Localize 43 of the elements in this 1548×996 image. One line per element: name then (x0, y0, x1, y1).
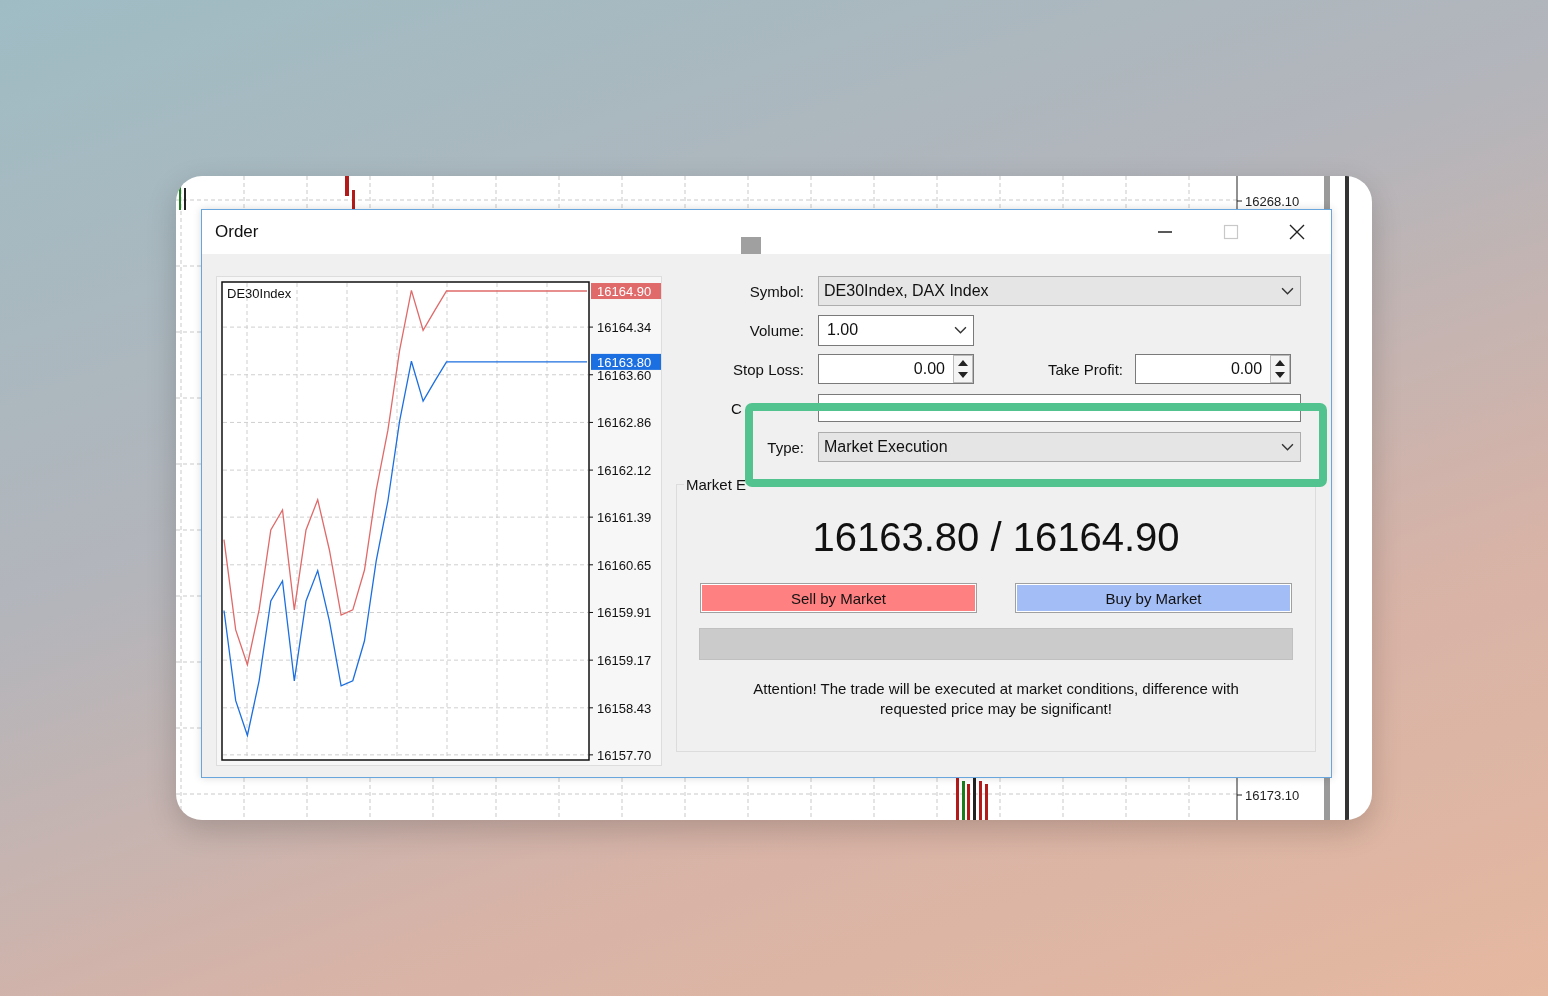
spinner-arrows-icon (953, 355, 973, 383)
candlestick-drawing (345, 176, 355, 209)
axis-label: 16159.17 (597, 653, 652, 669)
group-title: Market E (685, 476, 747, 493)
axis-label: 16158.43 (597, 700, 652, 716)
dropdown[interactable]: 1.00 (818, 314, 974, 346)
spinner-arrows-icon (1270, 355, 1291, 383)
dropdown[interactable]: DE30Index, DAX Index (818, 276, 1301, 306)
caret-icon (1281, 286, 1294, 296)
price-tag: 16164.90 (591, 283, 661, 299)
axis-label: 16162.86 (597, 415, 652, 431)
price-quote: 16163.80 / 16164.90 (811, 515, 1181, 561)
field-label: Type: (766, 438, 804, 456)
field-label: Symbol: (748, 282, 804, 300)
price-label: 16173.10 (1245, 788, 1300, 803)
close-icon[interactable] (1289, 224, 1305, 240)
axis-label: 16159.91 (597, 605, 652, 621)
price-tag: 16163.80 (591, 353, 661, 370)
candlestick-drawing (956, 778, 988, 820)
caret-icon (954, 325, 967, 335)
field-label: C (730, 399, 743, 417)
field-value: 0.00 (913, 360, 945, 378)
field-label: Volume: (748, 321, 804, 339)
field-label: Stop Loss: (732, 360, 804, 378)
sell-button[interactable]: Sell by Market (700, 583, 977, 613)
caret-icon (1281, 442, 1294, 452)
axis-label: 16164.34 (597, 320, 652, 336)
square-icon (741, 237, 761, 254)
window-title: Order (215, 222, 259, 242)
axis-label: 16161.39 (597, 510, 652, 526)
field-value: 0.00 (1230, 360, 1263, 378)
price-label: 16268.10 (1245, 194, 1300, 209)
buy-button[interactable]: Buy by Market (1015, 583, 1292, 613)
field-label: Take Profit: (1048, 360, 1124, 378)
chart-title: DE30Index (227, 286, 292, 301)
axis-label: 16157.70 (597, 747, 652, 763)
axis-label: 16162.12 (597, 463, 652, 479)
warning-text: Attention! The trade will be executed at market conditions, difference with requested price may be significant! (752, 679, 1240, 719)
spin-field[interactable]: 0.00 (818, 354, 974, 384)
axis-label: 16163.60 (597, 367, 652, 383)
axis-label: 16160.65 (597, 557, 652, 573)
dropdown[interactable]: Market Execution (818, 432, 1301, 462)
spin-field[interactable]: 0.00 (1135, 354, 1292, 384)
